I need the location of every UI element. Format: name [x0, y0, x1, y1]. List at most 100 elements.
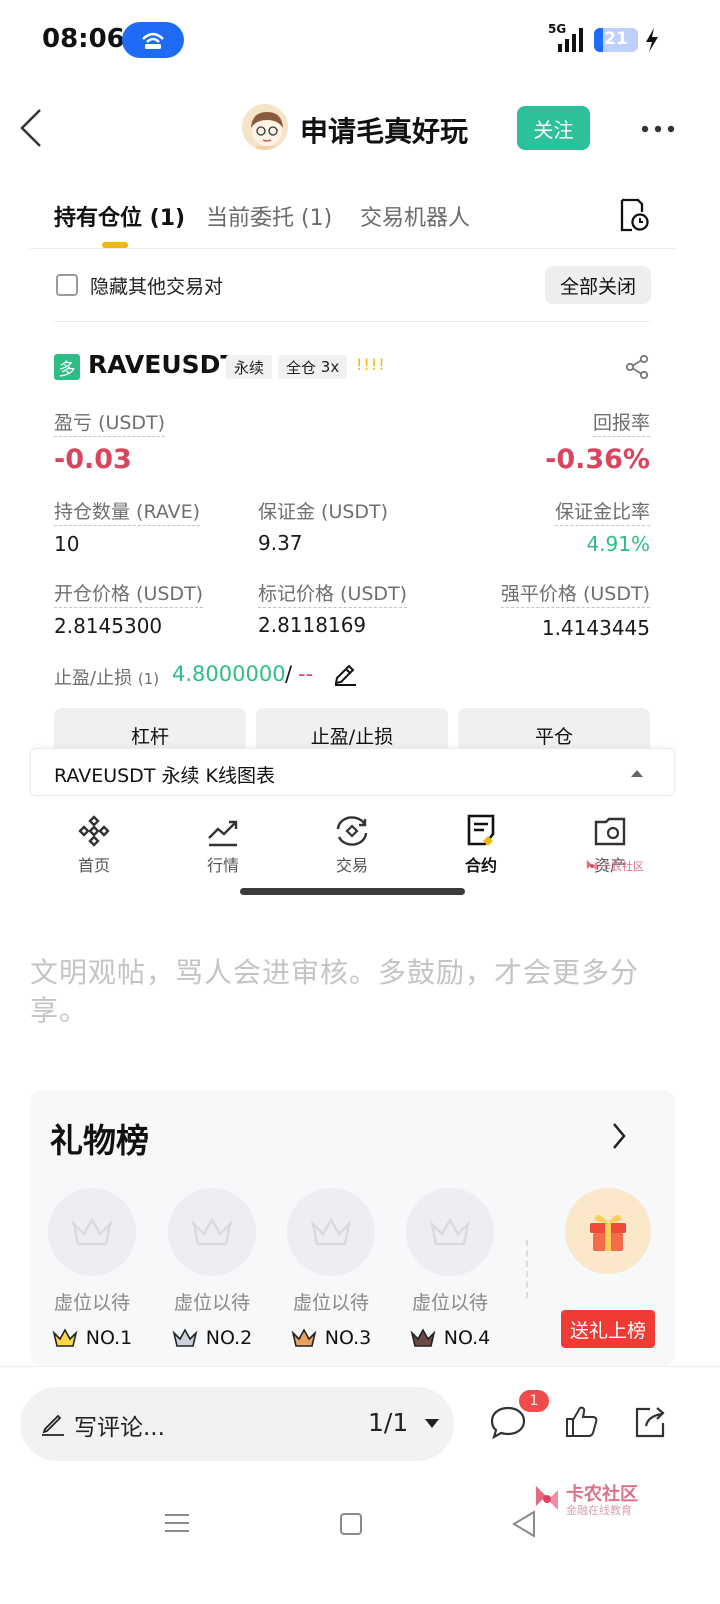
watermark-logo-icon	[586, 859, 598, 872]
empty-slot-crown-icon	[406, 1188, 494, 1276]
pnl-label[interactable]: 盈亏 (USDT)	[54, 408, 166, 437]
position-size-label[interactable]: 持仓数量 (RAVE)	[54, 497, 201, 526]
roe-value: -0.36%	[545, 444, 650, 475]
section-divider	[54, 321, 650, 322]
gift-separator	[526, 1240, 528, 1298]
hide-other-pairs-label: 隐藏其他交易对	[90, 276, 224, 298]
leverage-label: 3x	[320, 358, 340, 376]
gift-rank-label: NO.4	[443, 1327, 491, 1349]
gift-leaderboard-title: 礼物榜	[50, 1121, 149, 1160]
tab-positions[interactable]: 持有仓位 (1)	[54, 200, 185, 232]
tpsl-button[interactable]: 止盈/止损	[256, 708, 448, 748]
share-icon[interactable]	[632, 1404, 668, 1440]
trade-icon	[336, 816, 368, 846]
margin-mode-chip: 全仓 3x	[278, 355, 348, 379]
wallet-icon	[594, 817, 626, 846]
dark-crown-icon	[410, 1328, 436, 1347]
pnl-value: -0.03	[54, 444, 132, 475]
nav-markets[interactable]: 行情	[183, 814, 263, 876]
gift-rank-label: NO.1	[85, 1327, 133, 1349]
gift-slot-status: 虚位以待	[53, 1292, 130, 1314]
stop-loss-value: --	[298, 662, 314, 686]
mark-price-value: 2.8118169	[258, 613, 367, 637]
silver-crown-icon	[172, 1328, 198, 1347]
battery-icon: 21	[594, 28, 638, 52]
margin-label: 保证金 (USDT)	[258, 501, 389, 523]
share-position-icon[interactable]	[624, 354, 650, 380]
system-home-icon[interactable]	[340, 1513, 362, 1535]
futures-icon	[467, 814, 495, 846]
comment-icon[interactable]	[488, 1404, 528, 1442]
leverage-button[interactable]: 杠杆	[54, 708, 246, 748]
tpsl-separator: /	[285, 662, 293, 686]
entry-price-label[interactable]: 开仓价格 (USDT)	[54, 579, 204, 608]
send-gift-button[interactable]: 送礼上榜	[561, 1310, 655, 1348]
comment-placeholder[interactable]: 写评论...	[74, 1408, 165, 1442]
author-avatar[interactable]	[240, 102, 290, 152]
gold-crown-icon	[52, 1328, 78, 1347]
watermark-title-small: 卡农社区	[600, 860, 644, 873]
long-side-badge: 多	[54, 354, 80, 380]
hotspot-icon	[122, 22, 184, 58]
tpsl-label: 止盈/止损 (1)	[54, 664, 159, 690]
margin-ratio-value: 4.91%	[586, 532, 650, 556]
empty-slot-crown-icon	[287, 1188, 375, 1276]
signal-icon	[558, 28, 583, 52]
pen-icon	[42, 1414, 64, 1436]
nav-home[interactable]: 首页	[54, 814, 134, 876]
post-body-text: 文明观帖，骂人会进审核。多鼓励，才会更多分享。	[30, 956, 640, 1027]
tab-open-orders[interactable]: 当前委托 (1)	[206, 200, 332, 232]
risk-indicator: !!!!	[356, 355, 386, 374]
take-profit-value: 4.8000000	[172, 662, 286, 686]
gift-slot-status: 虚位以待	[173, 1292, 250, 1314]
home-indicator	[240, 888, 465, 895]
order-history-icon[interactable]	[618, 198, 650, 232]
markets-icon	[208, 820, 238, 847]
page-indicator[interactable]: 1/1	[368, 1408, 408, 1437]
roe-label[interactable]: 回报率	[592, 408, 650, 437]
more-icon[interactable]	[640, 124, 676, 134]
contract-type-chip: 永续	[226, 355, 273, 379]
close-position-button[interactable]: 平仓	[458, 708, 650, 748]
gift-slot-status: 虚位以待	[411, 1292, 488, 1314]
gift-slot-4: 虚位以待 NO.4	[406, 1188, 494, 1349]
system-back-icon[interactable]	[512, 1510, 536, 1538]
nav-markets-label: 行情	[206, 856, 239, 875]
battery-level: 21	[604, 29, 628, 49]
position-size-value: 10	[54, 532, 80, 556]
tabs-divider	[30, 248, 675, 249]
expand-caret-icon[interactable]	[630, 768, 644, 778]
tpsl-label-text: 止盈/止损	[54, 668, 133, 689]
position-symbol[interactable]: RAVEUSDT	[88, 350, 237, 379]
watermark-subtitle: 金融在线教育	[566, 1504, 632, 1517]
recent-apps-icon[interactable]	[164, 1512, 190, 1534]
gift-box-icon[interactable]	[565, 1188, 651, 1274]
comment-count-badge: 1	[519, 1390, 549, 1412]
margin-ratio-label[interactable]: 保证金比率	[554, 497, 650, 526]
nav-futures-label: 合约	[464, 856, 497, 875]
mark-price-label[interactable]: 标记价格 (USDT)	[258, 579, 408, 608]
hide-other-pairs-checkbox[interactable]	[56, 274, 78, 296]
author-name[interactable]: 申请毛真好玩	[300, 110, 468, 150]
nav-home-label: 首页	[77, 856, 110, 875]
gift-slot-1: 虚位以待 NO.1	[48, 1188, 136, 1349]
bottom-divider	[0, 1366, 720, 1367]
follow-button[interactable]: 关注	[517, 106, 590, 150]
entry-price-value: 2.8145300	[54, 614, 163, 638]
edit-tpsl-icon[interactable]	[332, 660, 358, 686]
nav-futures[interactable]: 合约	[441, 814, 521, 876]
gift-slot-2: 虚位以待 NO.2	[168, 1188, 256, 1349]
chevron-right-icon[interactable]	[610, 1120, 628, 1152]
back-icon[interactable]	[18, 106, 44, 150]
liquidation-price-label[interactable]: 强平价格 (USDT)	[500, 579, 650, 608]
empty-slot-crown-icon	[168, 1188, 256, 1276]
nav-trade[interactable]: 交易	[312, 814, 392, 876]
liquidation-price-value: 1.4143445	[541, 616, 650, 640]
tab-trading-bots[interactable]: 交易机器人	[360, 200, 470, 232]
nav-trade-label: 交易	[335, 856, 368, 875]
like-icon[interactable]	[564, 1404, 600, 1440]
kline-chart-label: RAVEUSDT 永续 K线图表	[54, 765, 275, 787]
caret-down-icon[interactable]	[424, 1418, 440, 1429]
close-all-button[interactable]: 全部关闭	[545, 266, 651, 304]
tpsl-count: (1)	[137, 670, 160, 688]
